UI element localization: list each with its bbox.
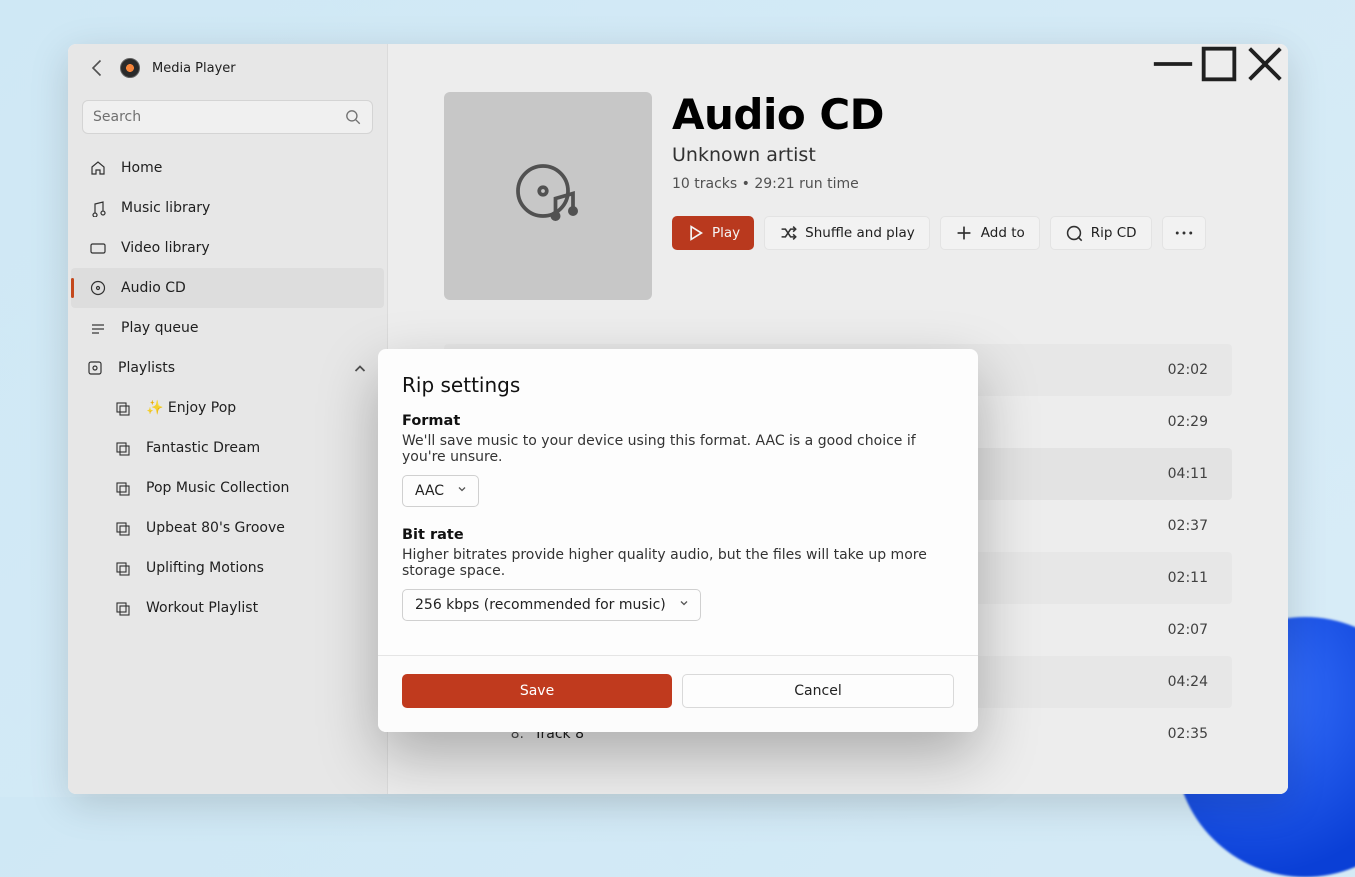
select-value: AAC: [415, 483, 444, 499]
playlist-item[interactable]: Fantastic Dream: [68, 428, 387, 468]
bitrate-description: Higher bitrates provide higher quality a…: [402, 547, 954, 579]
nav-label: Play queue: [121, 320, 199, 336]
playlist-item[interactable]: Workout Playlist: [68, 588, 387, 628]
button-label: Save: [520, 683, 554, 699]
button-label: Add to: [981, 225, 1025, 241]
chevron-up-icon: [351, 359, 369, 377]
track-duration: 02:02: [1168, 362, 1208, 378]
track-duration: 02:11: [1168, 570, 1208, 586]
nav-label: Audio CD: [121, 280, 186, 296]
button-label: Cancel: [794, 683, 841, 699]
bitrate-label: Bit rate: [402, 527, 954, 543]
dialog-title: Rip settings: [402, 373, 954, 397]
button-label: Play: [712, 225, 740, 241]
playlist-label: Uplifting Motions: [146, 560, 264, 576]
shuffle-icon: [779, 224, 797, 242]
play-button[interactable]: Play: [672, 216, 754, 250]
track-duration: 02:35: [1168, 726, 1208, 742]
select-value: 256 kbps (recommended for music): [415, 597, 666, 613]
minimize-button[interactable]: [1150, 44, 1196, 84]
window-controls: [1150, 44, 1288, 84]
search-box[interactable]: [82, 100, 373, 134]
format-description: We'll save music to your device using th…: [402, 433, 954, 465]
track-duration: 02:37: [1168, 518, 1208, 534]
playlists-icon: [86, 359, 104, 377]
playlist-icon: [114, 559, 132, 577]
queue-icon: [89, 319, 107, 337]
nav-label: Playlists: [118, 360, 175, 376]
album-title: Audio CD: [672, 92, 1206, 138]
nav-label: Music library: [121, 200, 210, 216]
app-icon: [120, 58, 140, 78]
chevron-down-icon: [678, 597, 690, 613]
playlist-item[interactable]: Upbeat 80's Groove: [68, 508, 387, 548]
track-duration: 02:29: [1168, 414, 1208, 430]
format-label: Format: [402, 413, 954, 429]
nav-label: Home: [121, 160, 162, 176]
playlist-label: Pop Music Collection: [146, 480, 289, 496]
more-icon: [1175, 224, 1193, 242]
playlist-item[interactable]: ✨ Enjoy Pop: [68, 388, 387, 428]
album-stats: 10 tracks • 29:21 run time: [672, 176, 1206, 192]
maximize-button[interactable]: [1196, 44, 1242, 84]
nav-playlists[interactable]: Playlists: [68, 348, 387, 388]
nav-audio-cd[interactable]: Audio CD: [71, 268, 384, 308]
nav-home[interactable]: Home: [71, 148, 384, 188]
track-duration: 04:24: [1168, 674, 1208, 690]
button-label: Rip CD: [1091, 225, 1137, 241]
playlist-label: Fantastic Dream: [146, 440, 260, 456]
rip-settings-dialog: Rip settings Format We'll save music to …: [378, 349, 978, 732]
back-button[interactable]: [88, 58, 108, 78]
cancel-button[interactable]: Cancel: [682, 674, 954, 708]
playlist-icon: [114, 519, 132, 537]
sidebar: Media Player Home Music library: [68, 44, 388, 794]
add-to-button[interactable]: Add to: [940, 216, 1040, 250]
play-icon: [686, 224, 704, 242]
nav-label: Video library: [121, 240, 210, 256]
track-duration: 02:07: [1168, 622, 1208, 638]
app-title: Media Player: [152, 61, 236, 76]
music-icon: [89, 199, 107, 217]
playlist-item[interactable]: Pop Music Collection: [68, 468, 387, 508]
playlist-icon: [114, 479, 132, 497]
album-art-placeholder: [444, 92, 652, 300]
button-label: Shuffle and play: [805, 225, 915, 241]
save-button[interactable]: Save: [402, 674, 672, 708]
rip-icon: [1065, 224, 1083, 242]
playlist-icon: [114, 599, 132, 617]
album-artist: Unknown artist: [672, 144, 1206, 166]
playlist-label: ✨ Enjoy Pop: [146, 400, 236, 416]
search-input[interactable]: [93, 109, 344, 125]
cd-icon: [89, 279, 107, 297]
track-duration: 04:11: [1168, 466, 1208, 482]
close-button[interactable]: [1242, 44, 1288, 84]
more-button[interactable]: [1162, 216, 1206, 250]
playlist-label: Workout Playlist: [146, 600, 258, 616]
bitrate-select[interactable]: 256 kbps (recommended for music): [402, 589, 701, 621]
home-icon: [89, 159, 107, 177]
rip-cd-button[interactable]: Rip CD: [1050, 216, 1152, 250]
format-select[interactable]: AAC: [402, 475, 479, 507]
chevron-down-icon: [456, 483, 468, 499]
shuffle-button[interactable]: Shuffle and play: [764, 216, 930, 250]
playlist-icon: [114, 439, 132, 457]
playlist-label: Upbeat 80's Groove: [146, 520, 285, 536]
playlist-item[interactable]: Uplifting Motions: [68, 548, 387, 588]
playlist-icon: [114, 399, 132, 417]
nav-music[interactable]: Music library: [71, 188, 384, 228]
video-icon: [89, 239, 107, 257]
nav-play-queue[interactable]: Play queue: [71, 308, 384, 348]
search-icon: [344, 108, 362, 126]
plus-icon: [955, 224, 973, 242]
nav-video[interactable]: Video library: [71, 228, 384, 268]
